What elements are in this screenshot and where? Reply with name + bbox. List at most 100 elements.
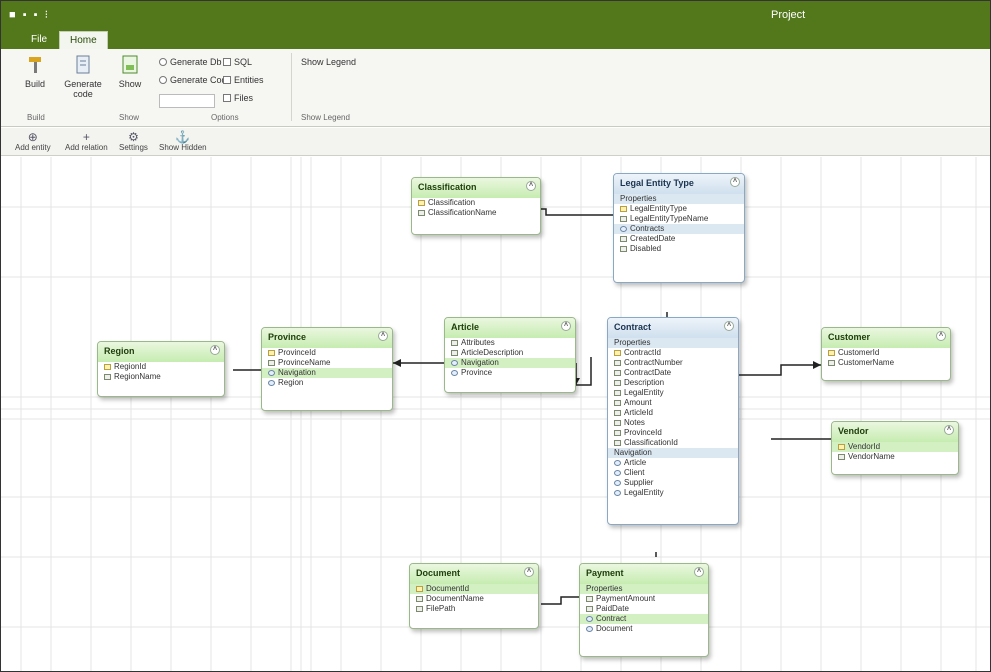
navigation-icon	[614, 460, 621, 466]
entity-region[interactable]: Region ˄ RegionId RegionName	[97, 341, 225, 397]
field-icon	[104, 374, 111, 380]
collapse-icon[interactable]: ˄	[724, 321, 734, 331]
collapse-icon[interactable]: ˄	[524, 567, 534, 577]
entity-row: VendorName	[832, 452, 958, 462]
key-icon	[418, 200, 425, 206]
collapse-icon[interactable]: ˄	[526, 181, 536, 191]
entity-row: LegalEntityTypeName	[614, 214, 744, 224]
tab-home[interactable]: Home	[59, 31, 108, 49]
entity-classification[interactable]: Classification ˄ Classification Classific…	[411, 177, 541, 235]
generate-code-radio[interactable]: Generate Code	[159, 75, 232, 85]
entity-contract[interactable]: Contract ˄ Properties ContractId Contract…	[607, 317, 739, 525]
entities-checkbox[interactable]: Entities	[223, 75, 264, 85]
entity-row: Classification	[412, 198, 540, 208]
navigation-icon	[268, 380, 275, 386]
key-icon	[104, 364, 111, 370]
field-icon	[620, 216, 627, 222]
entity-row: Document	[580, 624, 708, 634]
field-icon	[451, 350, 458, 356]
add-entity-icon: ⊕	[27, 130, 38, 144]
ribbon: Build Generate code Show Generate Db Gen…	[1, 49, 990, 127]
generate-code-button[interactable]: Generate code	[55, 55, 111, 99]
entity-customer[interactable]: Customer ˄ CustomerId CustomerName	[821, 327, 951, 381]
ribbon-tabs: File Home	[1, 31, 990, 49]
key-icon	[416, 586, 423, 592]
field-icon	[416, 606, 423, 612]
key-icon	[620, 206, 627, 212]
entity-row: CustomerName	[822, 358, 950, 368]
entity-province[interactable]: Province ˄ ProvinceId ProvinceName Naviga…	[261, 327, 393, 411]
field-icon	[586, 606, 593, 612]
toolbar-add-relation-button[interactable]: + Add relation	[65, 131, 108, 152]
group-label-build: Build	[27, 113, 45, 122]
show-button[interactable]: Show	[113, 55, 147, 89]
field-icon	[614, 390, 621, 396]
field-icon	[614, 400, 621, 406]
entity-row: Region	[262, 378, 392, 388]
entity-row: LegalEntityType	[614, 204, 744, 214]
field-icon	[614, 410, 621, 416]
entity-row: Navigation	[262, 368, 392, 378]
key-icon	[614, 350, 621, 356]
collapse-icon[interactable]: ˄	[730, 177, 740, 187]
entity-header: Article ˄	[445, 318, 575, 338]
group-label-show: Show	[119, 113, 140, 122]
title-bar: ■ ▪ ▪ ⁝ Project	[1, 1, 990, 31]
ribbon-separator	[291, 53, 292, 121]
entity-row: Province	[445, 368, 575, 378]
group-label-options: Options	[211, 113, 239, 122]
entity-row: RegionId	[98, 362, 224, 372]
generate-db-radio[interactable]: Generate Db	[159, 57, 222, 67]
toolbar-add-entity-button[interactable]: ⊕ Add entity	[15, 131, 51, 152]
entity-row: PaidDate	[580, 604, 708, 614]
show-legend-option[interactable]: Show Legend	[301, 57, 356, 67]
collapse-icon[interactable]: ˄	[210, 345, 220, 355]
collapse-icon[interactable]: ˄	[378, 331, 388, 341]
entity-row: Properties	[580, 584, 708, 594]
entity-row: Properties	[608, 338, 738, 348]
entity-payment[interactable]: Payment ˄ Properties PaymentAmount PaidDa…	[579, 563, 709, 657]
field-icon	[620, 246, 627, 252]
entity-row: Description	[608, 378, 738, 388]
field-icon	[268, 360, 275, 366]
code-file-icon	[76, 55, 90, 74]
quick-access-toolbar[interactable]: ■ ▪ ▪ ⁝	[9, 8, 50, 21]
entity-row: ContractNumber	[608, 358, 738, 368]
build-button[interactable]: Build	[15, 55, 55, 89]
entity-row: Navigation	[608, 448, 738, 458]
entity-vendor[interactable]: Vendor ˄ VendorId VendorName	[831, 421, 959, 475]
files-checkbox[interactable]: Files	[223, 93, 253, 103]
settings-icon: ⚙	[128, 130, 139, 144]
collapse-icon[interactable]: ˄	[694, 567, 704, 577]
navigation-icon	[614, 470, 621, 476]
entity-header: Legal Entity Type ˄	[614, 174, 744, 194]
collapse-icon[interactable]: ˄	[561, 321, 571, 331]
group-label-legend: Show Legend	[301, 113, 350, 122]
entity-row: ClassificationName	[412, 208, 540, 218]
tab-file[interactable]: File	[21, 31, 57, 49]
entity-header: Contract ˄	[608, 318, 738, 338]
entity-row: ProvinceId	[608, 428, 738, 438]
sql-checkbox[interactable]: SQL	[223, 57, 252, 67]
options-combo[interactable]	[159, 94, 215, 108]
toolbar-show-hidden-button[interactable]: ⚓ Show Hidden	[159, 131, 207, 152]
toolbar-settings-button[interactable]: ⚙ Settings	[119, 131, 148, 152]
entity-row: Contract	[580, 614, 708, 624]
navigation-icon	[268, 370, 275, 376]
radio-icon	[159, 58, 167, 66]
entity-row: Amount	[608, 398, 738, 408]
entity-row: Article	[608, 458, 738, 468]
entity-row: VendorId	[832, 442, 958, 452]
entity-document[interactable]: Document ˄ DocumentId DocumentName FilePa…	[409, 563, 539, 629]
diagram-toolbar: ⊕ Add entity + Add relation ⚙ Settings ⚓ Sho…	[1, 128, 990, 156]
entity-article[interactable]: Article ˄ Attributes ArticleDescription N…	[444, 317, 576, 393]
collapse-icon[interactable]: ˄	[936, 331, 946, 341]
diagram-canvas[interactable]: Classification ˄ Classification Classific…	[1, 157, 990, 671]
checkbox-icon	[223, 58, 231, 66]
key-icon	[268, 350, 275, 356]
entity-legal-entity-type[interactable]: Legal Entity Type ˄ Properties LegalEntit…	[613, 173, 745, 283]
collapse-icon[interactable]: ˄	[944, 425, 954, 435]
add-relation-icon: +	[82, 130, 90, 144]
entity-row: DocumentId	[410, 584, 538, 594]
window-title: Project	[771, 9, 806, 21]
